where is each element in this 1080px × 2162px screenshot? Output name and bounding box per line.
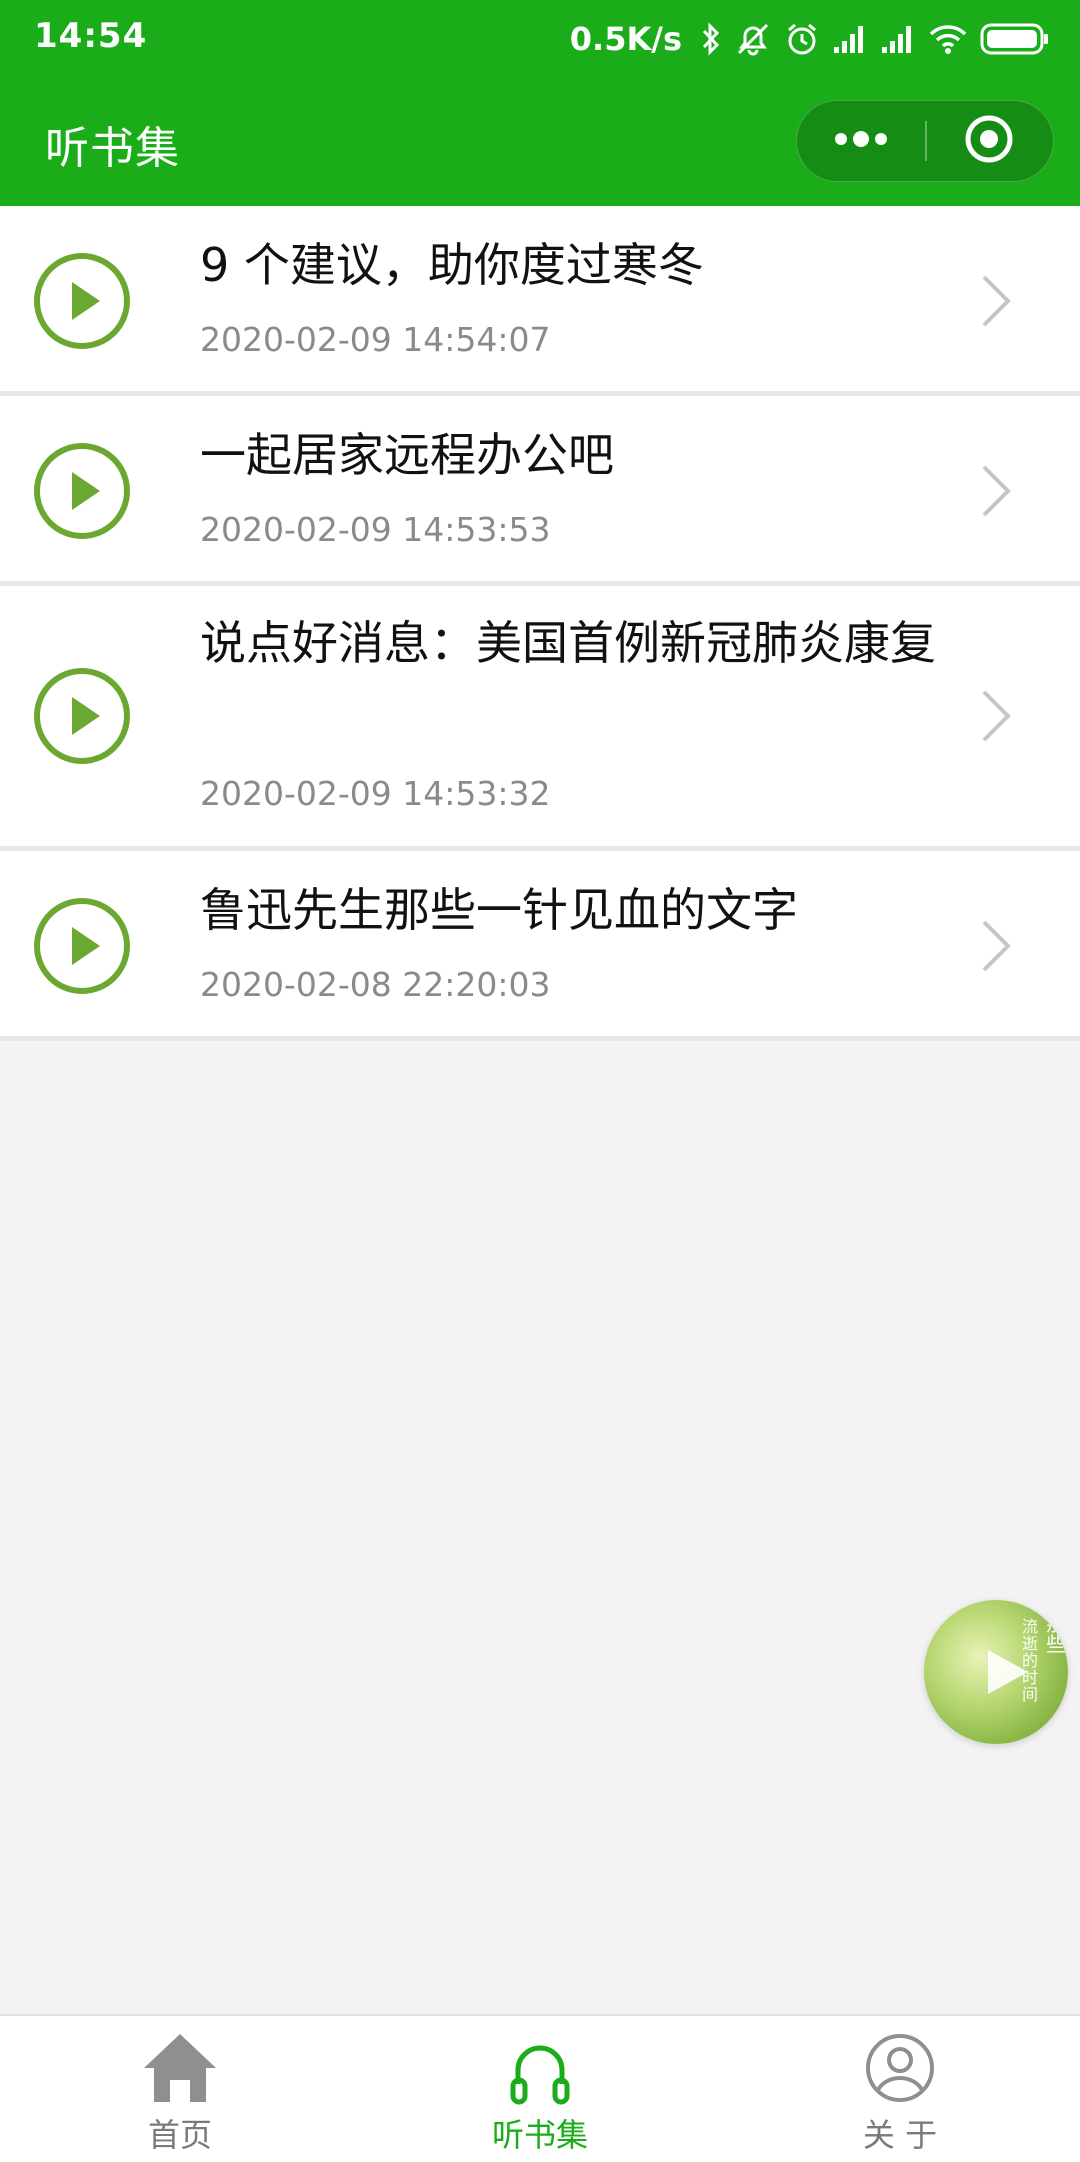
tab-label: 首页 xyxy=(147,2116,212,2154)
item-title: 鲁迅先生那些一针见血的文字 xyxy=(200,883,798,937)
list-item[interactable]: 鲁迅先生那些一针见血的文字 2020-02-08 22:20:03 xyxy=(0,851,1080,1041)
list-item[interactable]: 说点好消息：美国首例新冠肺炎康复 2020-02-09 14:53:32 xyxy=(0,586,1080,851)
mini-program-capsule xyxy=(796,100,1054,182)
battery-icon xyxy=(980,22,1050,56)
list-item[interactable]: 一起居家远程办公吧 2020-02-09 14:53:53 xyxy=(0,396,1080,586)
tab-about[interactable]: 关 于 xyxy=(720,2016,1080,2162)
network-speed: 0.5K/s xyxy=(569,20,682,58)
status-indicators: 0.5K/s xyxy=(570,12,1050,66)
chevron-right-icon xyxy=(982,275,1011,327)
status-bar: 14:54 0.5K/s xyxy=(0,0,1080,78)
more-dots-icon xyxy=(833,131,889,151)
app-header: 14:54 0.5K/s 听书集 xyxy=(0,0,1080,206)
tab-label: 关 于 xyxy=(862,2116,938,2154)
chevron-right-icon xyxy=(982,465,1011,517)
close-button[interactable] xyxy=(925,101,1053,181)
cover-text: 那些 xyxy=(1046,1612,1066,1656)
item-title: 9 个建议，助你度过寒冬 xyxy=(200,238,704,292)
play-icon[interactable] xyxy=(32,441,132,541)
play-icon xyxy=(988,1650,1028,1694)
item-title: 一起居家远程办公吧 xyxy=(200,428,614,482)
wifi-icon xyxy=(928,23,968,55)
home-icon xyxy=(144,2034,216,2102)
item-date: 2020-02-09 14:53:53 xyxy=(200,510,551,549)
chevron-right-icon xyxy=(982,690,1011,742)
signal-icon xyxy=(880,23,916,55)
floating-player-button[interactable]: 流逝的时间 那些 xyxy=(924,1600,1068,1744)
tab-bar: 首页 听书集 关 于 xyxy=(0,2014,1080,2162)
bluetooth-icon xyxy=(700,21,722,57)
item-date: 2020-02-09 14:53:32 xyxy=(200,774,551,813)
close-target-icon xyxy=(963,113,1015,169)
status-time: 14:54 xyxy=(34,16,148,56)
play-icon[interactable] xyxy=(32,666,132,766)
user-icon xyxy=(866,2034,934,2102)
headphones-icon xyxy=(510,2045,570,2105)
tab-home[interactable]: 首页 xyxy=(0,2016,360,2162)
list-item[interactable]: 9 个建议，助你度过寒冬 2020-02-09 14:54:07 xyxy=(0,206,1080,396)
chevron-right-icon xyxy=(982,920,1011,972)
item-date: 2020-02-09 14:54:07 xyxy=(200,320,551,359)
play-icon[interactable] xyxy=(32,251,132,351)
mute-icon xyxy=(734,21,772,57)
signal-icon xyxy=(832,23,868,55)
alarm-icon xyxy=(784,21,820,57)
tab-audiobooks[interactable]: 听书集 xyxy=(360,2016,720,2162)
tab-label: 听书集 xyxy=(491,2116,588,2154)
audio-list: 9 个建议，助你度过寒冬 2020-02-09 14:54:07 一起居家远程办… xyxy=(0,206,1080,1041)
item-title: 说点好消息：美国首例新冠肺炎康复 xyxy=(200,616,936,670)
item-date: 2020-02-08 22:20:03 xyxy=(200,965,551,1004)
page-title: 听书集 xyxy=(45,123,180,174)
play-icon[interactable] xyxy=(32,896,132,996)
more-button[interactable] xyxy=(797,101,925,181)
